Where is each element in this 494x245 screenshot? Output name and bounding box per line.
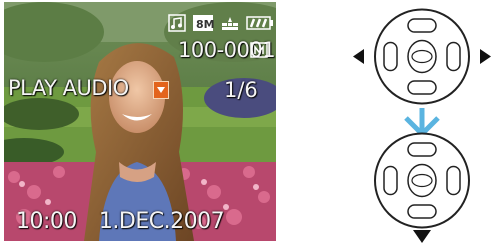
image-count: 1/6	[224, 78, 258, 102]
cursor-pad-2-icon[interactable]	[374, 132, 470, 229]
down-arrow-icon	[404, 108, 440, 138]
date-time: 10:00 1.DEC.2007	[16, 209, 225, 234]
quality-fine-icon	[222, 17, 238, 30]
status-icons: 8M	[168, 12, 274, 34]
step-2-pad	[374, 132, 470, 243]
memory-card-icon	[250, 42, 268, 58]
left-triangle-icon	[353, 49, 364, 64]
play-audio-arrow-icon[interactable]	[153, 81, 169, 99]
down-triangle-icon	[413, 230, 431, 243]
page: 8M 100-0001 PLAY AUDIO 1/6 10:00 1.DEC.2…	[0, 0, 494, 245]
picture-size-8m-icon: 8M	[193, 15, 214, 31]
battery-icon	[246, 16, 273, 30]
play-audio-label: PLAY AUDIO	[8, 76, 129, 100]
date-text: 1.DEC.2007	[98, 209, 225, 234]
time-text: 10:00	[16, 209, 77, 234]
lcd-screen: 8M 100-0001 PLAY AUDIO 1/6 10:00 1.DEC.2…	[4, 2, 276, 241]
step-1-pad	[353, 8, 491, 105]
right-triangle-icon	[480, 49, 491, 64]
cursor-pad-1-icon[interactable]	[374, 8, 470, 105]
picture-size-text: 8M	[196, 18, 214, 31]
cursor-button-diagram	[340, 0, 494, 245]
audio-note-icon	[168, 14, 186, 32]
